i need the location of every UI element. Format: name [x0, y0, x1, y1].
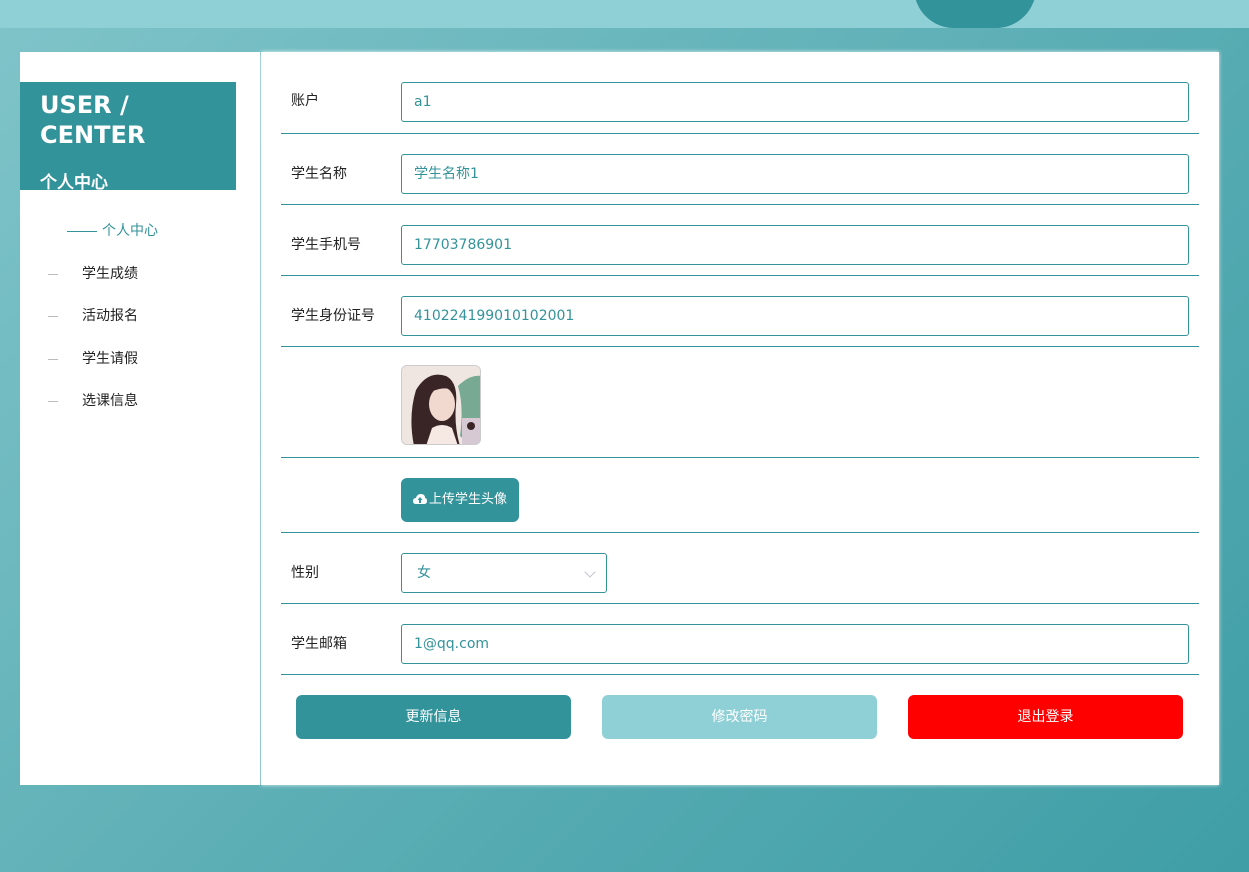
sidebar-item-course-selection[interactable]: 选课信息 [20, 388, 260, 431]
gender-row: 性别 女 [281, 533, 1199, 604]
id-card-label: 学生身份证号 [291, 308, 375, 324]
id-card-row: 学生身份证号 410224199010102001 [281, 276, 1199, 347]
id-card-input[interactable]: 410224199010102001 [401, 296, 1189, 336]
top-bar [0, 0, 1249, 28]
upload-avatar-label: 上传学生头像 [428, 492, 507, 507]
upload-row: 上传学生头像 [281, 458, 1199, 533]
change-password-button[interactable]: 修改密码 [602, 695, 877, 739]
sidebar-item-activity-signup[interactable]: 活动报名 [20, 303, 260, 346]
top-bar-tab[interactable] [914, 0, 1036, 28]
upload-avatar-button[interactable]: 上传学生头像 [401, 478, 519, 522]
logout-button[interactable]: 退出登录 [908, 695, 1183, 739]
email-input[interactable]: 1@qq.com [401, 624, 1189, 664]
dash-icon [48, 273, 58, 275]
dash-icon [48, 358, 58, 360]
account-label: 账户 [291, 93, 319, 109]
sidebar-item-label: 活动报名 [82, 308, 138, 324]
avatar-portrait-icon [402, 366, 480, 444]
gender-select[interactable]: 女 [401, 553, 607, 593]
student-name-input[interactable]: 学生名称1 [401, 154, 1189, 194]
dash-icon [48, 316, 58, 317]
sidebar-title-en: USER / CENTER [40, 91, 146, 149]
sidebar-menu: 个人中心 学生成绩 活动报名 学生请假 选课信息 [20, 218, 260, 431]
phone-input[interactable]: 17703786901 [401, 225, 1189, 265]
gender-selected-value: 女 [417, 565, 431, 581]
sidebar-item-label: 学生请假 [82, 350, 138, 367]
sidebar-item-leave[interactable]: 学生请假 [20, 346, 260, 389]
update-info-button[interactable]: 更新信息 [296, 695, 571, 739]
sidebar-item-grades[interactable]: 学生成绩 [20, 261, 260, 304]
phone-row: 学生手机号 17703786901 [281, 205, 1199, 276]
avatar-row [281, 347, 1199, 458]
gender-label: 性别 [291, 565, 319, 581]
sidebar: USER / CENTER 个人中心 个人中心 学生成绩 活动报名 学生请假 选… [20, 52, 260, 785]
sidebar-item-label: 学生成绩 [82, 265, 138, 282]
email-row: 学生邮箱 1@qq.com [281, 604, 1199, 675]
dash-icon [67, 231, 97, 232]
student-name-label: 学生名称 [291, 166, 347, 182]
student-name-row: 学生名称 学生名称1 [281, 134, 1199, 205]
dash-icon [48, 401, 58, 402]
avatar [401, 365, 481, 445]
profile-form: 账户 a1 学生名称 学生名称1 学生手机号 17703786901 学生身份证… [261, 52, 1219, 785]
sidebar-title-zh: 个人中心 [40, 173, 108, 193]
phone-label: 学生手机号 [291, 237, 361, 253]
email-label: 学生邮箱 [291, 636, 347, 652]
account-input[interactable]: a1 [401, 82, 1189, 122]
sidebar-item-label: 选课信息 [82, 393, 138, 409]
chevron-down-icon [584, 566, 596, 578]
sidebar-item-label: 个人中心 [102, 223, 158, 239]
sidebar-header: USER / CENTER 个人中心 [20, 82, 236, 193]
sidebar-item-personal-center[interactable]: 个人中心 [20, 218, 260, 261]
cloud-upload-icon [412, 494, 427, 504]
account-row: 账户 a1 [281, 52, 1199, 134]
